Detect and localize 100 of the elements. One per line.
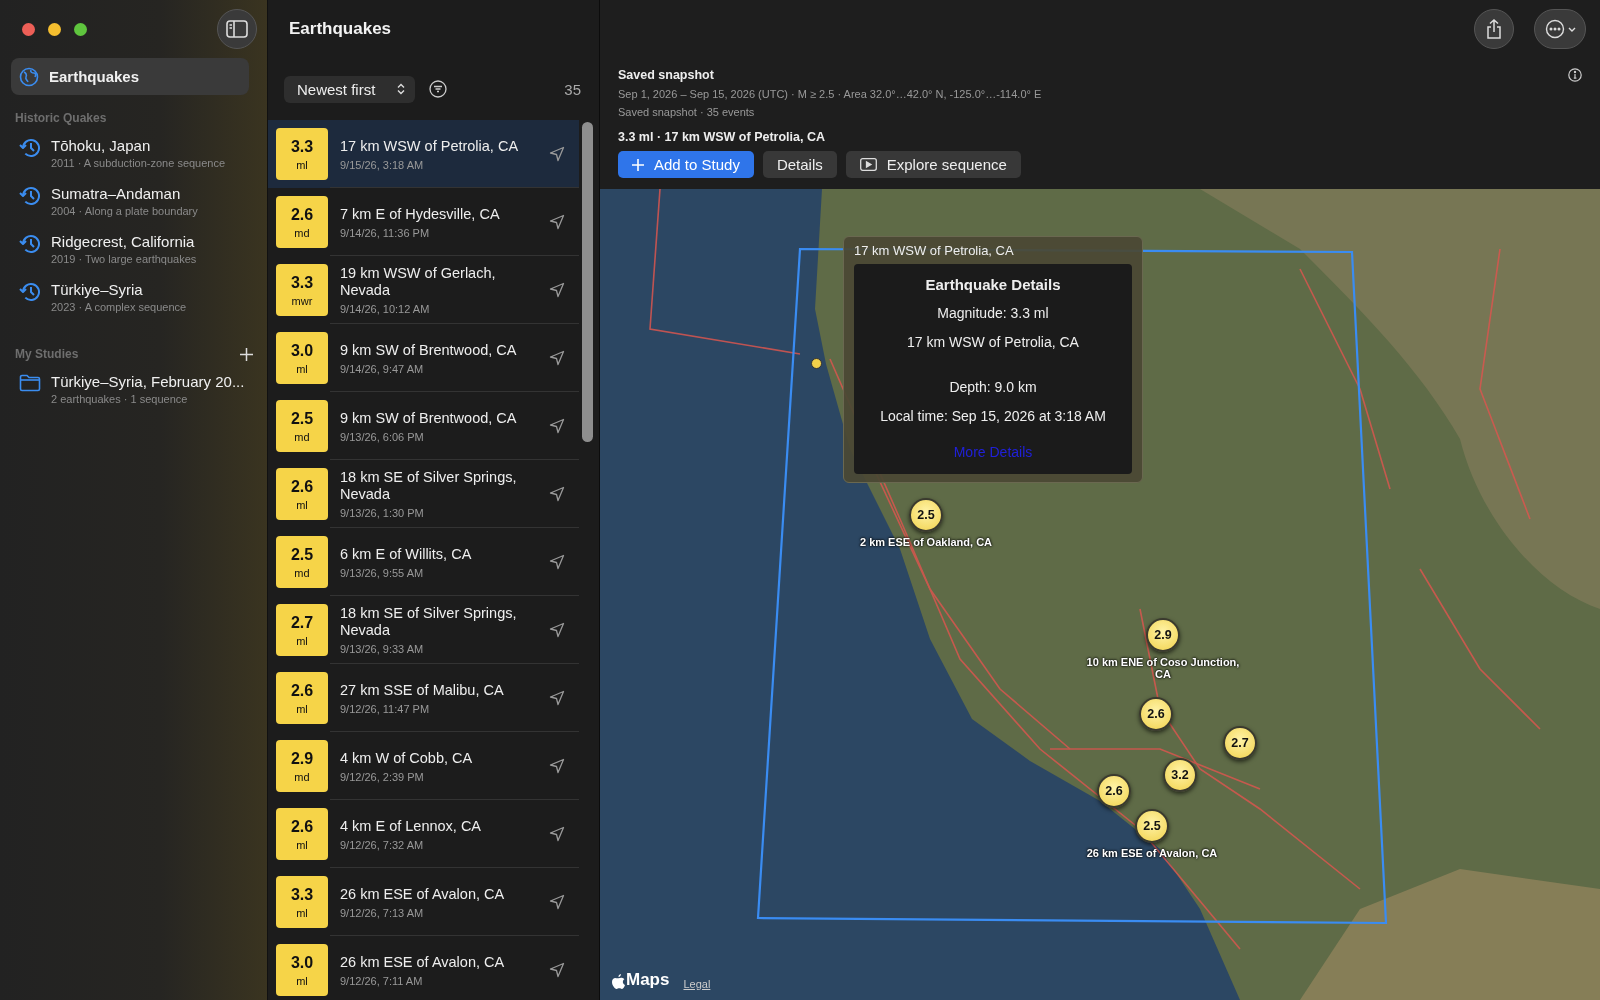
list-title: Earthquakes xyxy=(288,18,393,40)
quake-row[interactable]: 2.6 ml 18 km SE of Silver Springs, Nevada 9/13/26, 1:30 PM xyxy=(268,460,579,528)
history-icon xyxy=(19,234,41,254)
magnitude-value: 2.9 xyxy=(290,749,314,768)
event-time: 9/12/26, 2:39 PM xyxy=(340,770,425,783)
filter-icon[interactable] xyxy=(429,80,448,98)
sidebar-item[interactable]: Türkiye–Syria, February 20... 2 earthquakes · 1 sequence xyxy=(11,365,249,413)
quake-row[interactable]: 2.6 ml 27 km SSE of Malibu, CA 9/12/26, 11:47 PM xyxy=(268,664,579,732)
detail-line: Depth: 9.0 km xyxy=(949,379,1037,395)
place-name: 18 km SE of Silver Springs, Nevada xyxy=(340,605,518,639)
legal-link[interactable]: Legal xyxy=(683,978,711,990)
snapshot-title: Saved snapshot xyxy=(618,68,714,82)
detail-line: 17 km WSW of Petrolia, CA xyxy=(907,334,1079,350)
magnitude-type: md xyxy=(294,770,310,783)
location-arrow-icon xyxy=(549,146,565,162)
location-arrow-icon xyxy=(549,758,565,774)
snapshot-summary: Sep 1, 2026 – Sep 15, 2026 (UTC) · M ≥ 2.5 · Area 32.0°…42.0° N, -125.0°…-114.0° E xyxy=(618,88,1043,100)
sidebar-item[interactable]: Earthquakes xyxy=(11,58,249,95)
quake-row[interactable]: 2.9 md 4 km W of Cobb, CA 9/12/26, 2:39 PM xyxy=(268,732,579,800)
place-name: 4 km E of Lennox, CA xyxy=(340,817,483,835)
magnitude-value: 2.5 xyxy=(290,545,314,564)
detail-line: Magnitude: 3.3 ml xyxy=(937,305,1049,321)
section-header: Historic Quakes xyxy=(15,111,107,125)
location-arrow-icon xyxy=(549,350,565,366)
place-name: 19 km WSW of Gerlach, Nevada xyxy=(340,265,497,299)
sidebar-item[interactable]: Tōhoku, Japan 2011 · A subduction-zone sequence xyxy=(11,129,249,177)
share-button[interactable] xyxy=(1474,9,1514,49)
quake-row[interactable]: 3.3 ml 17 km WSW of Petrolia, CA 9/15/26, 3:18 AM xyxy=(268,120,579,188)
play-icon xyxy=(859,158,877,171)
item-subtitle: 2011 · A subduction-zone sequence xyxy=(51,157,226,169)
quake-row[interactable]: 3.3 ml 26 km ESE of Avalon, CA 9/12/26, 7:13 AM xyxy=(268,868,579,936)
selected-quake-summary: 3.3 ml · 17 km WSW of Petrolia, CA xyxy=(618,130,826,144)
magnitude-type: ml xyxy=(296,838,308,851)
magnitude-type: ml xyxy=(296,158,308,171)
quake-row[interactable]: 3.0 ml 26 km ESE of Avalon, CA 9/12/26, 7:11 AM xyxy=(268,936,579,1000)
magnitude-type: ml xyxy=(296,974,308,987)
location-arrow-icon xyxy=(549,962,565,978)
sidebar-item[interactable]: Türkiye–Syria 2023 · A complex sequence xyxy=(11,273,249,321)
chevron-down-icon xyxy=(1567,26,1576,32)
location-arrow-icon xyxy=(549,894,565,910)
quake-row[interactable]: 2.6 ml 4 km E of Lennox, CA 9/12/26, 7:32 AM xyxy=(268,800,579,868)
magnitude-value: 3.0 xyxy=(290,341,314,360)
quake-row[interactable]: 2.6 md 7 km E of Hydesville, CA 9/14/26, 11:36 PM xyxy=(268,188,579,256)
add-icon[interactable] xyxy=(240,347,253,361)
place-name: 9 km SW of Brentwood, CA xyxy=(340,409,518,427)
magnitude-type: md xyxy=(294,226,310,239)
quake-row[interactable]: 2.5 md 9 km SW of Brentwood, CA 9/13/26, 6:06 PM xyxy=(268,392,579,460)
up-down-chevron-icon xyxy=(397,83,406,95)
add-to-study-button[interactable]: Add to Study xyxy=(618,151,754,178)
place-name: 6 km E of Willits, CA xyxy=(340,545,473,563)
magnitude-type: ml xyxy=(296,362,308,375)
details-heading: Earthquake Details xyxy=(925,276,1061,293)
magnitude-type: mwr xyxy=(291,294,313,307)
item-subtitle: 2004 · Along a plate boundary xyxy=(51,205,198,217)
quake-row[interactable]: 3.0 ml 9 km SW of Brentwood, CA 9/14/26, 9:47 AM xyxy=(268,324,579,392)
more-button[interactable] xyxy=(1534,9,1586,49)
history-icon xyxy=(19,282,41,302)
event-count: 35 xyxy=(564,80,581,98)
location-arrow-icon xyxy=(549,214,565,230)
magnitude-value: 3.3 xyxy=(290,137,314,156)
scrollbar-thumb[interactable] xyxy=(582,122,593,442)
explore-sequence-button[interactable]: Explore sequence xyxy=(845,151,1021,178)
magnitude-value: 2.6 xyxy=(290,681,314,700)
event-time: 9/14/26, 10:12 AM xyxy=(340,303,431,315)
folder-icon xyxy=(19,374,41,392)
place-name: 18 km SE of Silver Springs, Nevada xyxy=(340,469,518,503)
marker-label: 26 km ESE of Avalon, CA xyxy=(1086,847,1218,859)
event-time: 9/13/26, 9:55 AM xyxy=(340,566,425,579)
magnitude-value: 2.6 xyxy=(290,817,314,836)
maps-logo-text: Maps xyxy=(626,970,670,990)
item-title: Ridgecrest, California xyxy=(51,233,196,250)
detail-line: Local time: Sep 15, 2026 at 3:18 AM xyxy=(880,408,1106,424)
location-arrow-icon xyxy=(549,826,565,842)
zoom-window-button[interactable] xyxy=(74,22,87,36)
quake-row[interactable]: 2.5 md 6 km E of Willits, CA 9/13/26, 9:55 AM xyxy=(268,528,579,596)
magnitude-type: ml xyxy=(296,634,308,647)
share-icon xyxy=(1486,19,1502,39)
details-button[interactable]: Details xyxy=(762,151,837,178)
quake-row[interactable]: 2.7 ml 18 km SE of Silver Springs, Nevada 9/13/26, 9:33 AM xyxy=(268,596,579,664)
event-time: 9/12/26, 7:32 AM xyxy=(340,838,425,851)
magnitude-value: 3.3 xyxy=(290,885,314,904)
sort-popup-button[interactable]: Newest first xyxy=(284,75,416,103)
close-window-button[interactable] xyxy=(22,22,35,36)
magnitude-type: md xyxy=(294,430,310,443)
item-subtitle: 2019 · Two large earthquakes xyxy=(51,253,197,265)
magnitude-value: 3.3 xyxy=(290,273,314,292)
info-icon[interactable] xyxy=(1568,68,1582,82)
event-time: 9/13/26, 9:33 AM xyxy=(340,643,425,655)
location-arrow-icon xyxy=(549,282,565,298)
place-name: 27 km SSE of Malibu, CA xyxy=(340,681,505,699)
marker-label: 10 km ENE of Coso Junction, CA xyxy=(1085,656,1241,680)
location-arrow-icon xyxy=(549,486,565,502)
quake-row[interactable]: 3.3 mwr 19 km WSW of Gerlach, Nevada 9/14/26, 10:12 AM xyxy=(268,256,579,324)
sidebar-toggle-button[interactable] xyxy=(217,9,257,49)
snapshot-status: Saved snapshot · 35 events xyxy=(618,106,756,118)
sidebar-item[interactable]: Sumatra–Andaman 2004 · Along a plate boundary xyxy=(11,177,249,225)
sidebar-item[interactable]: Ridgecrest, California 2019 · Two large earthquakes xyxy=(11,225,249,273)
minimize-window-button[interactable] xyxy=(48,22,61,36)
magnitude-type: ml xyxy=(296,906,308,919)
magnitude-value: 2.5 xyxy=(290,409,314,428)
